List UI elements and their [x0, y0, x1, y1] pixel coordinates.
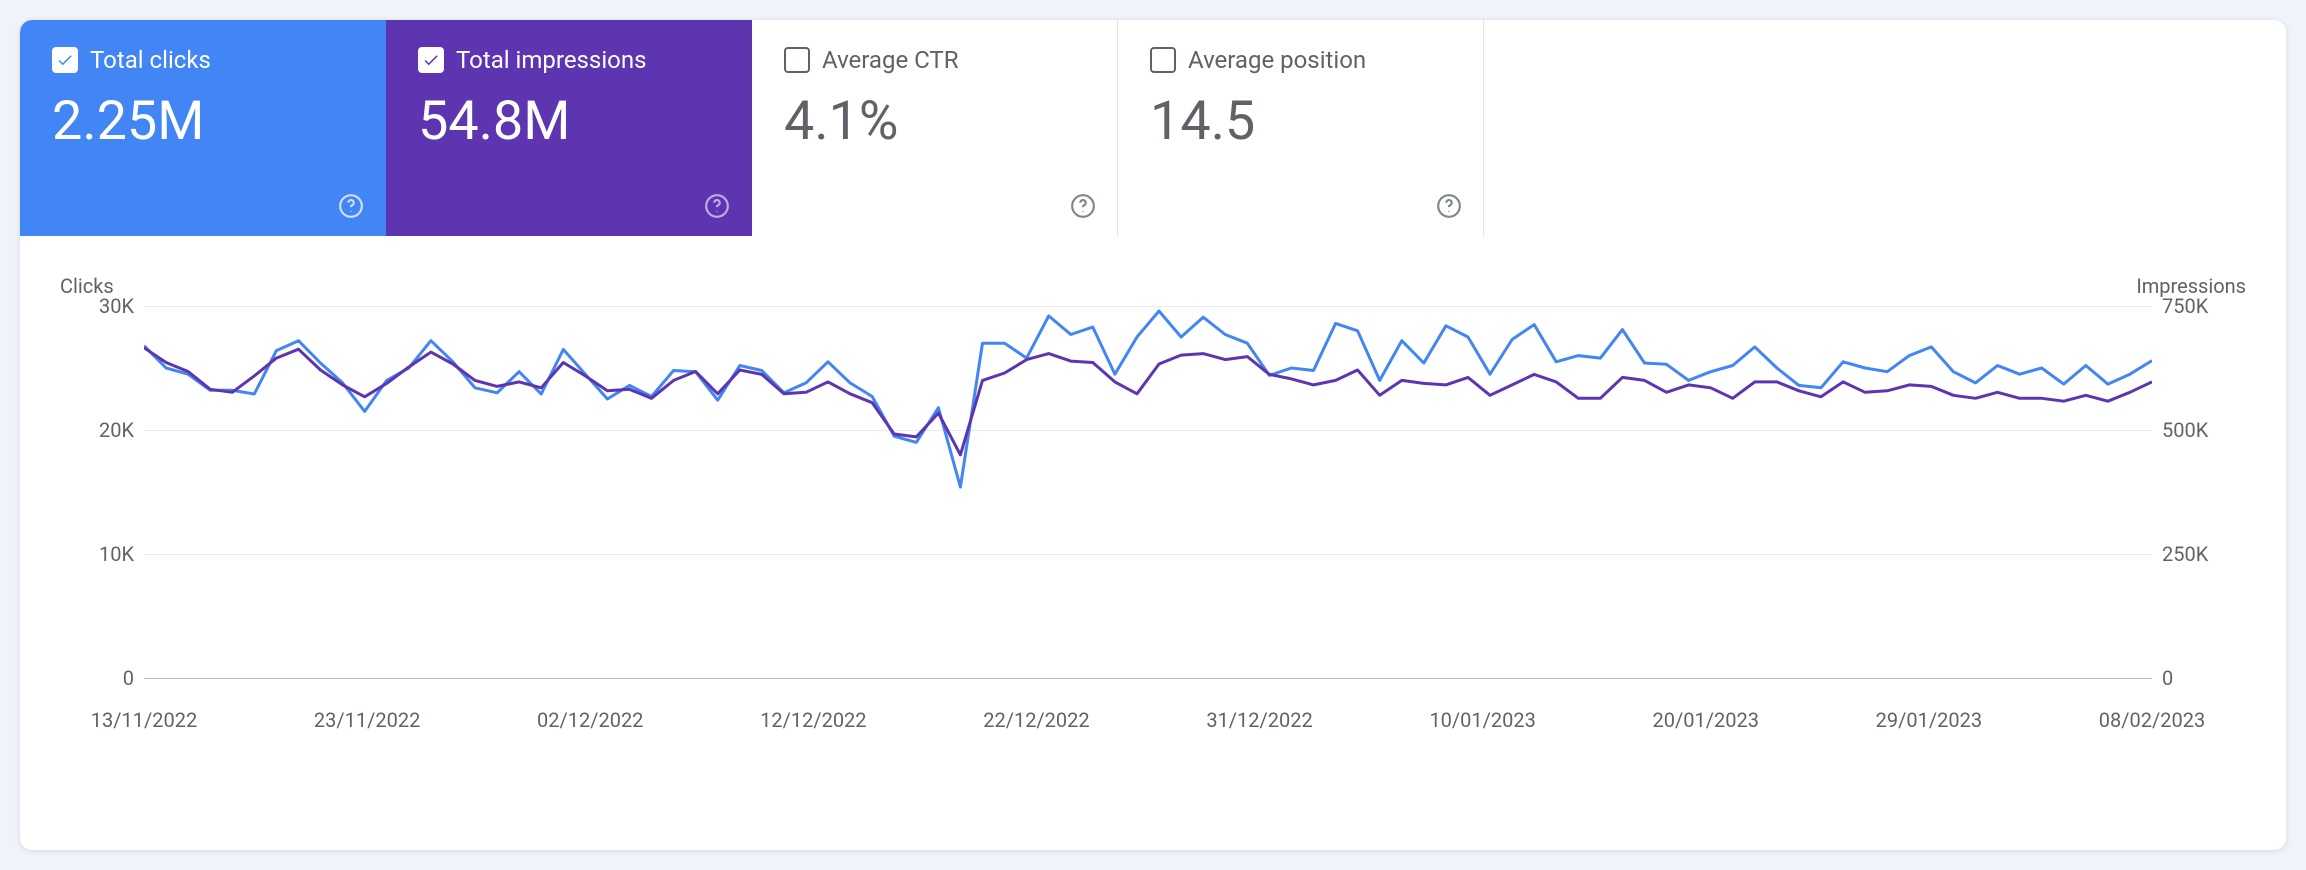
metric-value: 54.8M	[418, 90, 719, 153]
checkbox-checked-icon	[52, 47, 78, 73]
metric-value: 2.25M	[52, 90, 353, 153]
y-right-tick: 750K	[2162, 294, 2208, 318]
checkbox-unchecked-icon	[1150, 47, 1176, 73]
metric-label: Total impressions	[456, 46, 646, 74]
y-left-tick: 0	[123, 666, 134, 690]
checkbox-unchecked-icon	[784, 47, 810, 73]
x-tick: 02/12/2022	[537, 708, 643, 732]
metric-label: Average position	[1188, 46, 1366, 74]
checkbox-checked-icon	[418, 47, 444, 73]
metric-tab-clicks[interactable]: Total clicks 2.25M	[20, 20, 386, 236]
metric-value: 4.1%	[784, 90, 1085, 153]
y-right-tick: 0	[2162, 666, 2173, 690]
help-icon[interactable]	[703, 192, 731, 220]
x-tick: 08/02/2023	[2099, 708, 2205, 732]
metric-value: 14.5	[1150, 90, 1451, 153]
x-tick: 12/12/2022	[760, 708, 866, 732]
help-icon[interactable]	[1435, 192, 1463, 220]
x-tick: 29/01/2023	[1876, 708, 1982, 732]
metric-label: Total clicks	[90, 46, 211, 74]
metric-tab-position[interactable]: Average position 14.5	[1118, 20, 1484, 236]
y-right-tick: 500K	[2162, 418, 2208, 442]
performance-card: Total clicks 2.25M Total impressions 54.…	[20, 20, 2286, 850]
x-tick: 22/12/2022	[983, 708, 1089, 732]
y-left-tick: 20K	[99, 418, 134, 442]
help-icon[interactable]	[337, 192, 365, 220]
help-icon[interactable]	[1069, 192, 1097, 220]
x-tick: 13/11/2022	[91, 708, 197, 732]
chart-lines	[144, 278, 2152, 678]
y-left-tick: 30K	[99, 294, 134, 318]
x-tick: 20/01/2023	[1653, 708, 1759, 732]
x-tick: 10/01/2023	[1429, 708, 1535, 732]
chart: Clicks Impressions 30K 20K 10K 0 750K 50…	[60, 278, 2246, 810]
metric-tab-ctr[interactable]: Average CTR 4.1%	[752, 20, 1118, 236]
y-right-tick: 250K	[2162, 542, 2208, 566]
gridline	[144, 678, 2152, 679]
metric-label: Average CTR	[822, 46, 959, 74]
metric-tab-impressions[interactable]: Total impressions 54.8M	[386, 20, 752, 236]
y-left-tick: 10K	[99, 542, 134, 566]
x-tick: 31/12/2022	[1206, 708, 1312, 732]
x-tick: 23/11/2022	[314, 708, 420, 732]
metric-tabs: Total clicks 2.25M Total impressions 54.…	[20, 20, 2286, 236]
